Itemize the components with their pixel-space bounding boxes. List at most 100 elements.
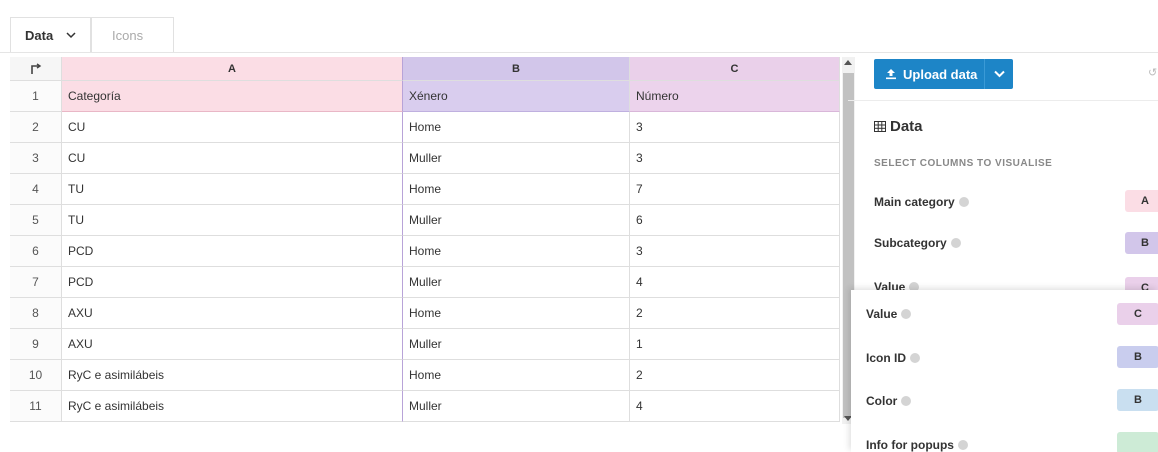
row-number[interactable]: 7 — [10, 267, 62, 298]
grid-cell[interactable]: 3 — [630, 143, 840, 174]
grid-cell[interactable]: Muller — [403, 391, 630, 422]
grid-cell[interactable]: 2 — [630, 360, 840, 391]
grid-cell[interactable]: RyC e asimilábeis — [62, 391, 403, 422]
grid-cell[interactable]: Home — [403, 112, 630, 143]
field-label: Icon ID — [866, 351, 907, 365]
field-label: Color — [866, 394, 898, 408]
table-row: 11 RyC e asimilábeis Muller 4 — [10, 391, 840, 422]
help-icon[interactable] — [958, 197, 969, 207]
table-row: 2 CU Home 3 — [10, 112, 840, 143]
grid-cell[interactable]: 4 — [630, 267, 840, 298]
grid-cell[interactable]: AXU — [62, 329, 403, 360]
corner-cell[interactable] — [10, 57, 62, 81]
row-number[interactable]: 5 — [10, 205, 62, 236]
grid-cell[interactable]: TU — [62, 174, 403, 205]
table-row: 3 CU Muller 3 — [10, 143, 840, 174]
grid-cell[interactable]: Categoría — [62, 81, 403, 112]
panel-divider — [848, 100, 1158, 101]
corner-arrow-icon — [30, 62, 41, 74]
tab-data[interactable]: Data — [10, 17, 91, 53]
table-row: 4 TU Home 7 — [10, 174, 840, 205]
row-number[interactable]: 3 — [10, 143, 62, 174]
tab-data-label: Data — [25, 28, 54, 43]
tab-icons[interactable]: Icons — [91, 17, 174, 53]
column-selector-info-popups[interactable] — [1117, 432, 1158, 452]
column-selector-icon-id[interactable]: B — [1117, 346, 1158, 368]
chevron-down-icon — [993, 70, 1005, 78]
section-title: Data — [874, 118, 923, 135]
grid-cell[interactable]: CU — [62, 143, 403, 174]
help-icon[interactable] — [910, 353, 921, 363]
column-header-c[interactable]: C — [630, 57, 840, 81]
grid-cell[interactable]: PCD — [62, 267, 403, 298]
help-icon[interactable] — [957, 440, 968, 450]
tab-divider — [0, 52, 1158, 53]
data-grid: A B C 1 Categoría Xénero Número 2 CU Hom… — [10, 57, 840, 422]
upload-options-dropdown[interactable] — [985, 59, 1013, 89]
select-columns-label: SELECT COLUMNS TO VISUALISE — [874, 158, 1053, 169]
grid-cell[interactable]: Muller — [403, 143, 630, 174]
grid-cell[interactable]: 6 — [630, 205, 840, 236]
row-number[interactable]: 10 — [10, 360, 62, 391]
grid-cell[interactable]: Home — [403, 298, 630, 329]
grid-cell[interactable]: Home — [403, 174, 630, 205]
upload-data-button[interactable]: Upload data — [874, 59, 1013, 89]
grid-cell[interactable]: TU — [62, 205, 403, 236]
field-label: Subcategory — [874, 236, 947, 250]
grid-cell[interactable]: CU — [62, 112, 403, 143]
help-icon[interactable] — [901, 309, 912, 319]
row-number[interactable]: 2 — [10, 112, 62, 143]
row-number[interactable]: 6 — [10, 236, 62, 267]
table-icon — [874, 121, 886, 132]
field-label: Main category — [874, 195, 955, 209]
field-info-popups: Info for popups — [866, 438, 968, 452]
help-icon[interactable] — [950, 238, 961, 248]
sheet-tabs: Data Icons — [10, 17, 174, 53]
grid-cell[interactable]: AXU — [62, 298, 403, 329]
chevron-down-icon[interactable] — [66, 31, 76, 41]
column-selector-value[interactable]: C — [1117, 303, 1158, 325]
grid-cell[interactable]: Xénero — [403, 81, 630, 112]
grid-cell[interactable]: 4 — [630, 391, 840, 422]
field-color: Color — [866, 394, 912, 408]
table-row: 1 Categoría Xénero Número — [10, 81, 840, 112]
row-number[interactable]: 8 — [10, 298, 62, 329]
table-row: 10 RyC e asimilábeis Home 2 — [10, 360, 840, 391]
table-row: 5 TU Muller 6 — [10, 205, 840, 236]
grid-cell[interactable]: 3 — [630, 236, 840, 267]
row-number[interactable]: 4 — [10, 174, 62, 205]
grid-cell[interactable]: RyC e asimilábeis — [62, 360, 403, 391]
column-header-row: A B C — [10, 57, 840, 81]
row-number[interactable]: 1 — [10, 81, 62, 112]
table-row: 7 PCD Muller 4 — [10, 267, 840, 298]
scroll-up-arrow-icon[interactable] — [844, 60, 852, 65]
column-header-a[interactable]: A — [62, 57, 403, 81]
table-row: 8 AXU Home 2 — [10, 298, 840, 329]
grid-cell[interactable]: Home — [403, 360, 630, 391]
upload-data-main[interactable]: Upload data — [874, 59, 984, 89]
grid-cell[interactable]: 1 — [630, 329, 840, 360]
grid-cell[interactable]: 7 — [630, 174, 840, 205]
table-row: 6 PCD Home 3 — [10, 236, 840, 267]
column-selector-main-category[interactable]: A — [1125, 190, 1158, 212]
upload-data-label: Upload data — [903, 66, 978, 82]
grid-cell[interactable]: Home — [403, 236, 630, 267]
grid-cell[interactable]: PCD — [62, 236, 403, 267]
grid-cell[interactable]: Muller — [403, 205, 630, 236]
grid-cell[interactable]: Número — [630, 81, 840, 112]
field-subcategory: Subcategory — [874, 236, 961, 250]
row-number[interactable]: 9 — [10, 329, 62, 360]
upload-icon — [886, 69, 896, 80]
grid-cell[interactable]: 2 — [630, 298, 840, 329]
column-selector-color[interactable]: B — [1117, 389, 1158, 411]
help-icon[interactable] — [901, 396, 912, 406]
grid-cell[interactable]: Muller — [403, 329, 630, 360]
column-header-b[interactable]: B — [403, 57, 630, 81]
field-label: Value — [866, 307, 898, 321]
grid-cell[interactable]: 3 — [630, 112, 840, 143]
field-value: Value — [866, 307, 912, 321]
row-number[interactable]: 11 — [10, 391, 62, 422]
column-selector-subcategory[interactable]: B — [1125, 232, 1158, 254]
undo-icon[interactable]: ↺ — [1148, 68, 1158, 79]
grid-cell[interactable]: Muller — [403, 267, 630, 298]
